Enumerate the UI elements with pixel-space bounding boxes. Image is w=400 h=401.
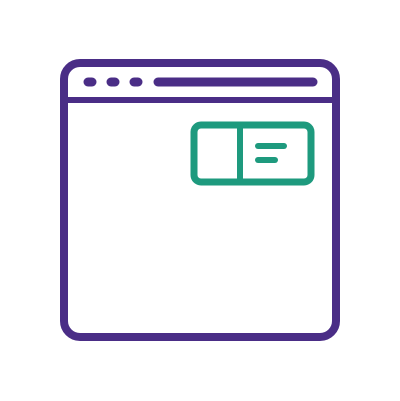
browser-window-icon — [60, 59, 340, 341]
icon-canvas — [0, 0, 400, 401]
browser-window-frame — [60, 59, 340, 341]
card-widget-frame — [190, 121, 315, 186]
